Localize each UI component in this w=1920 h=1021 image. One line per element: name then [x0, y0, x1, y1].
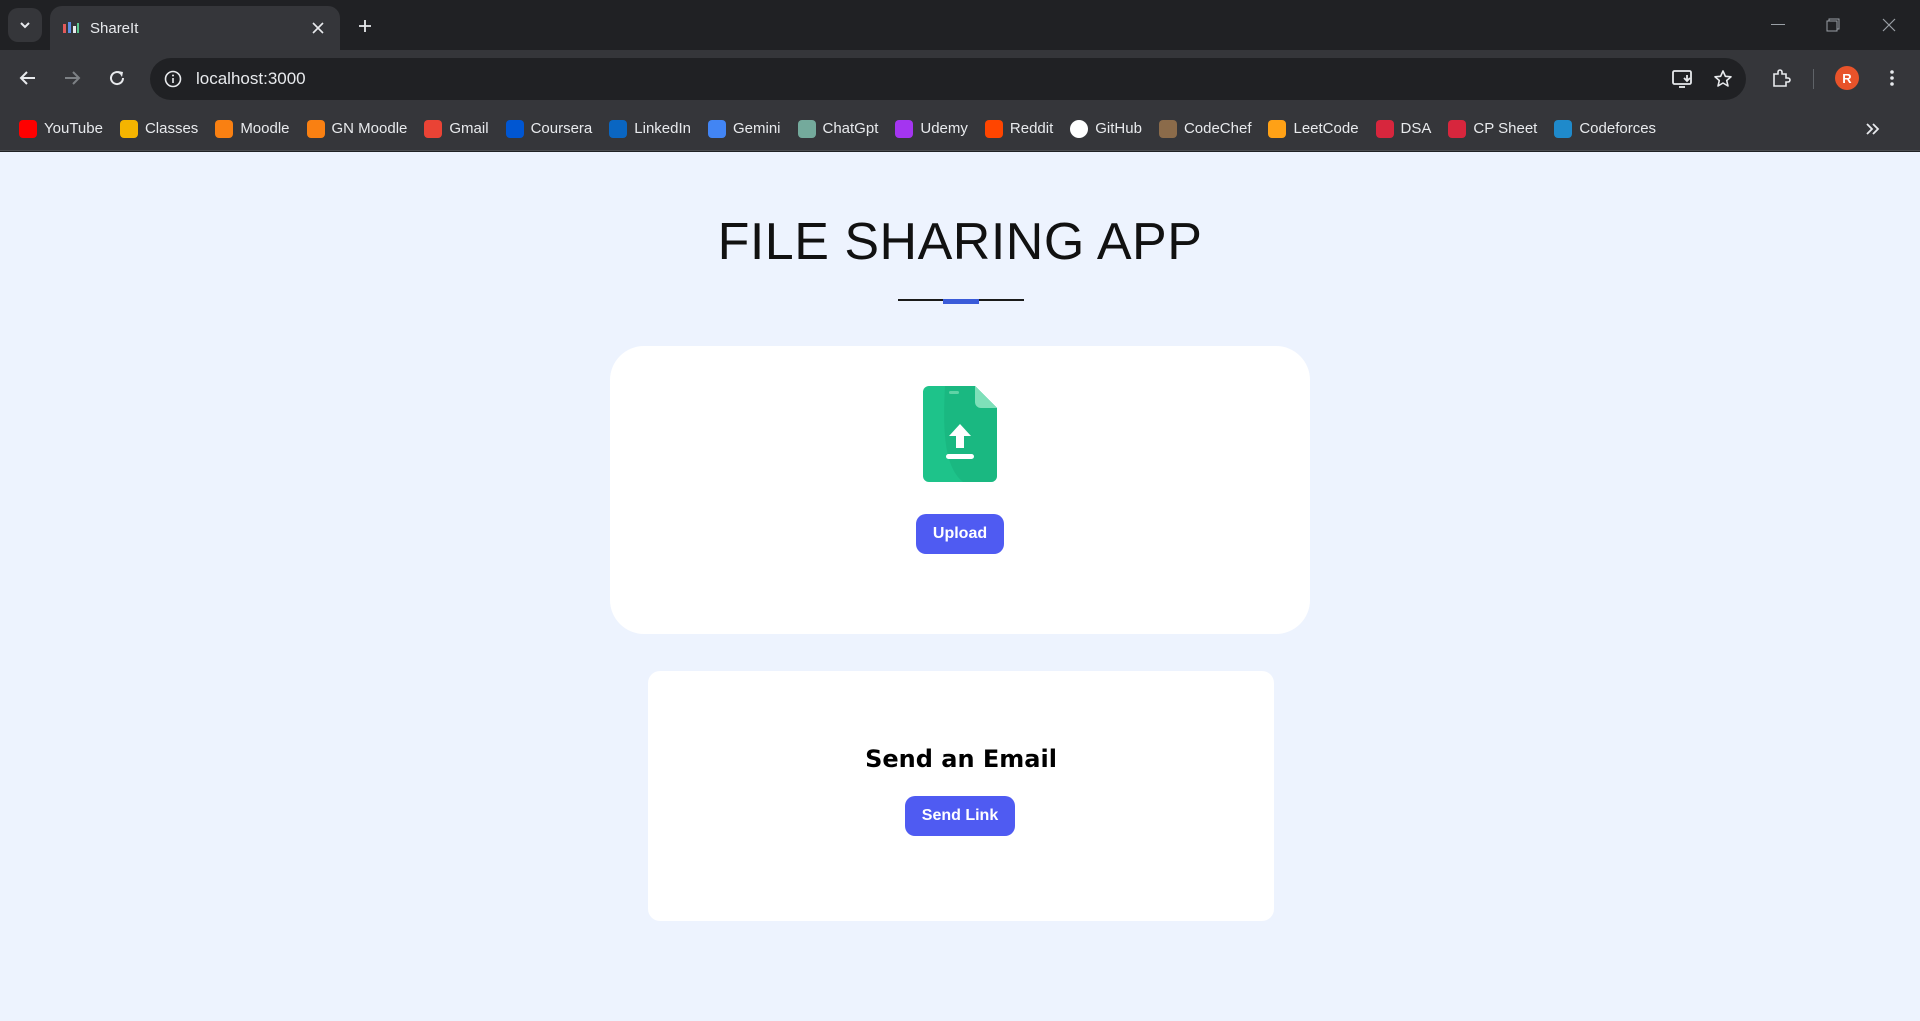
bookmark-github[interactable]: GitHub	[1063, 114, 1149, 144]
linkedin-icon	[609, 119, 628, 138]
arrow-right-icon	[65, 71, 81, 85]
bookmark-star-icon[interactable]	[1706, 62, 1740, 96]
bookmark-codechef[interactable]: CodeChef	[1152, 114, 1259, 144]
email-card-title: Send an Email	[865, 745, 1057, 773]
codeforces-icon	[1554, 119, 1573, 138]
classroom-icon	[119, 119, 138, 138]
email-card: Send an Email Send Link	[648, 671, 1274, 921]
profile-avatar[interactable]: R	[1835, 66, 1859, 90]
bookmark-udemy[interactable]: Udemy	[888, 114, 975, 144]
bookmark-label: Gemini	[732, 120, 781, 137]
bookmark-label: LeetCode	[1293, 120, 1359, 137]
reddit-icon	[984, 119, 1003, 138]
tab-strip: ShareIt	[0, 0, 1920, 50]
shareit-favicon-icon	[62, 19, 80, 37]
arrow-left-icon	[19, 71, 35, 85]
bookmark-gemini[interactable]: Gemini	[701, 114, 788, 144]
bookmark-label: ChatGpt	[822, 120, 879, 137]
toolbar-separator	[1813, 69, 1814, 89]
title-divider-accent	[943, 299, 979, 304]
bookmark-gn-moodle[interactable]: GN Moodle	[300, 114, 415, 144]
install-app-icon[interactable]	[1666, 62, 1700, 96]
extensions-button[interactable]	[1765, 62, 1797, 94]
file-upload-icon[interactable]	[923, 386, 997, 482]
leetcode-icon	[1268, 119, 1287, 138]
udemy-icon	[895, 119, 914, 138]
bookmark-gmail[interactable]: Gmail	[417, 114, 495, 144]
tuf-icon	[1375, 119, 1394, 138]
site-info-icon[interactable]	[158, 64, 188, 94]
puzzle-icon	[1773, 69, 1791, 87]
page-content: FILE SHARING APP Upload Send an Email Se…	[0, 152, 1920, 1021]
tab-title: ShareIt	[90, 19, 139, 37]
restore-icon	[1826, 18, 1840, 32]
upload-button[interactable]: Upload	[916, 514, 1004, 554]
bookmark-label: CP Sheet	[1473, 120, 1538, 137]
bookmark-codeforces[interactable]: Codeforces	[1547, 114, 1663, 144]
double-chevron-right-icon	[1866, 123, 1880, 135]
bookmark-reddit[interactable]: Reddit	[978, 114, 1060, 144]
page-title: FILE SHARING APP	[717, 213, 1203, 271]
chevron-down-icon	[20, 22, 30, 29]
window-close-icon	[1882, 18, 1896, 32]
bookmark-label: CodeChef	[1183, 120, 1252, 137]
bookmark-label: Gmail	[449, 120, 489, 137]
tuf-icon	[1448, 119, 1467, 138]
more-bookmarks-button[interactable]	[1858, 114, 1888, 144]
window-close-button[interactable]	[1866, 10, 1912, 40]
browser-toolbar: localhost:3000	[0, 50, 1920, 107]
upload-card: Upload	[610, 346, 1310, 634]
bookmarks-bar: YouTube Classes Moodle GN Moodle Gmail Course…	[0, 107, 1920, 151]
new-tab-button[interactable]	[350, 11, 380, 41]
restore-button[interactable]	[1810, 10, 1856, 40]
plus-icon	[359, 20, 371, 32]
url-text[interactable]: localhost:3000	[196, 69, 1666, 89]
bookmark-cp-sheet[interactable]: CP Sheet	[1441, 114, 1544, 144]
bookmark-dsa[interactable]: DSA	[1369, 114, 1439, 144]
minimize-icon	[1771, 24, 1785, 25]
bookmark-label: Udemy	[920, 120, 968, 137]
address-bar[interactable]: localhost:3000	[150, 58, 1746, 100]
bookmark-label: Moodle	[240, 120, 290, 137]
bookmark-label: LinkedIn	[634, 120, 691, 137]
bookmark-label: DSA	[1400, 120, 1432, 137]
bookmark-label: Reddit	[1009, 120, 1054, 137]
close-icon[interactable]	[308, 18, 328, 38]
kebab-menu-icon	[1890, 70, 1894, 86]
moodle-icon	[215, 119, 234, 138]
coursera-icon	[505, 119, 524, 138]
bookmark-label: GitHub	[1095, 120, 1142, 137]
gmail-icon	[424, 119, 443, 138]
moodle-icon	[306, 119, 325, 138]
reload-icon	[110, 71, 125, 86]
bookmark-moodle[interactable]: Moodle	[208, 114, 296, 144]
menu-button[interactable]	[1876, 62, 1908, 94]
minimize-button[interactable]	[1755, 10, 1801, 40]
back-button[interactable]	[12, 62, 44, 94]
bookmark-youtube[interactable]: YouTube	[12, 114, 110, 144]
reload-button[interactable]	[101, 62, 133, 94]
bookmark-linkedin[interactable]: LinkedIn	[602, 114, 698, 144]
bookmark-leetcode[interactable]: LeetCode	[1261, 114, 1365, 144]
tab-search-button[interactable]	[8, 8, 42, 42]
bookmark-label: Classes	[144, 120, 199, 137]
bookmark-label: GN Moodle	[331, 120, 408, 137]
send-link-button[interactable]: Send Link	[905, 796, 1015, 836]
active-tab[interactable]: ShareIt	[50, 6, 340, 50]
github-icon	[1070, 119, 1089, 138]
bookmark-label: Coursera	[530, 120, 593, 137]
gemini-icon	[707, 119, 726, 138]
codechef-icon	[1158, 119, 1177, 138]
forward-button[interactable]	[56, 62, 88, 94]
bookmark-coursera[interactable]: Coursera	[499, 114, 600, 144]
bookmark-chatgpt[interactable]: ChatGpt	[791, 114, 886, 144]
chatgpt-icon	[797, 119, 816, 138]
bookmark-classes[interactable]: Classes	[113, 114, 205, 144]
bookmark-label: YouTube	[44, 120, 103, 137]
youtube-icon	[19, 119, 37, 138]
bookmark-label: Codeforces	[1579, 120, 1657, 137]
